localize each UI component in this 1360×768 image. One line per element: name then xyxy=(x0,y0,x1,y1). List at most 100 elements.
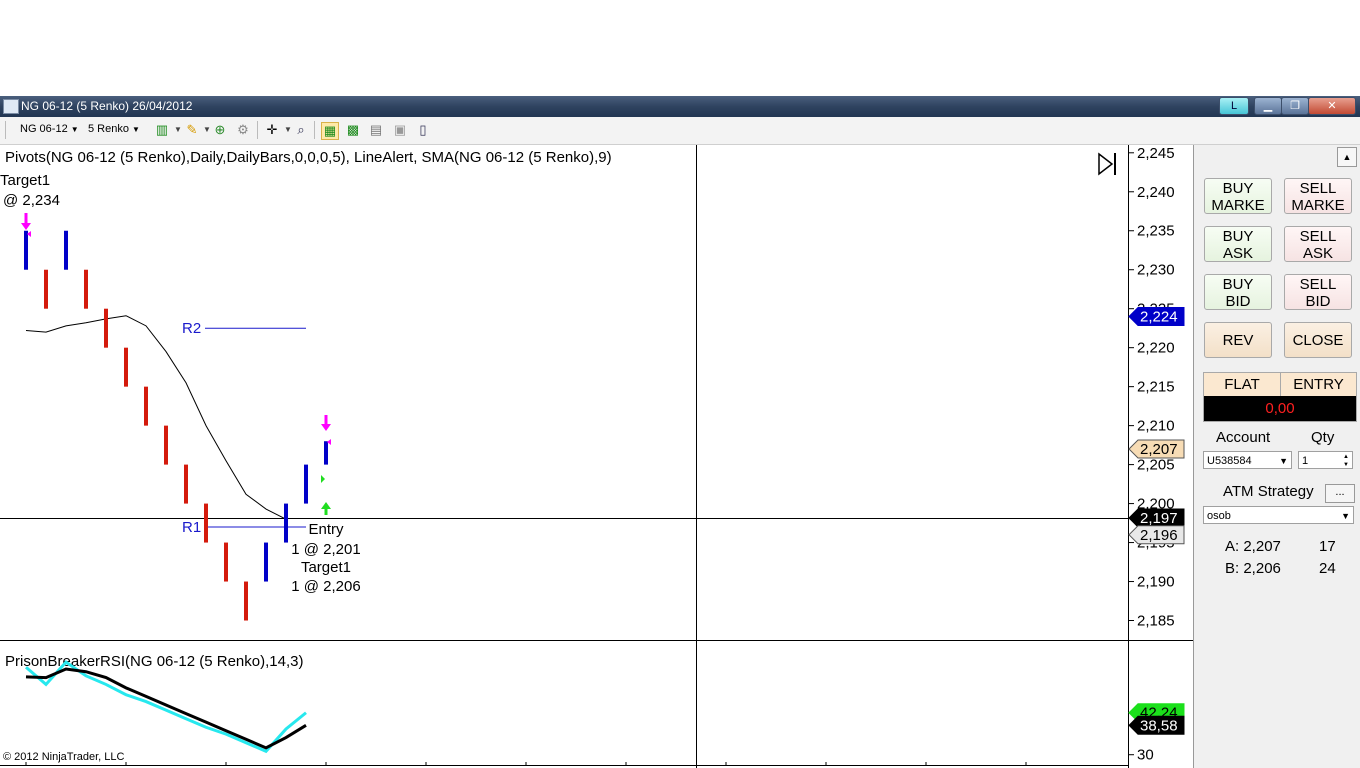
down-bar xyxy=(44,269,48,309)
sell-ask-line2: ASK xyxy=(1302,245,1333,262)
bid-price: B: 2,206 xyxy=(1225,560,1281,577)
sma-line xyxy=(25,315,287,520)
sma-polyline xyxy=(25,315,287,520)
qty-label: Qty xyxy=(1311,429,1335,446)
up-bar xyxy=(264,542,268,582)
toolbar-grip xyxy=(5,121,6,139)
price-tick-label: 2,205 xyxy=(1137,457,1175,474)
pencil-draw-icon[interactable]: ✎ xyxy=(184,122,200,138)
export-icon[interactable]: ▣ xyxy=(392,122,408,138)
chart-app-icon xyxy=(3,99,19,114)
data-box-icon[interactable]: ▩ xyxy=(345,122,361,138)
target-label-bottom: Target1 xyxy=(301,559,351,576)
up-bar xyxy=(284,503,288,543)
down-bar xyxy=(184,464,188,504)
qty-stepper[interactable]: 1 ▲ ▼ xyxy=(1298,451,1353,469)
buy-ask-button[interactable]: BUY ASK xyxy=(1204,226,1272,262)
atm-strategy-value: osob xyxy=(1207,510,1231,522)
pivot-r2-label: R2 xyxy=(182,320,201,337)
buy-bid-line2: BID xyxy=(1225,293,1251,310)
down-bar xyxy=(164,425,168,465)
exit-arrow-last xyxy=(321,415,331,445)
crosshair-icon[interactable]: ✛ xyxy=(264,122,280,138)
rsi-signal-line xyxy=(25,660,307,754)
chart-properties-icon[interactable]: ▤ xyxy=(368,122,384,138)
price-tick-label: 2,190 xyxy=(1137,574,1175,591)
strategy-icon[interactable]: ⚙ xyxy=(235,122,251,138)
close-button[interactable]: ✕ xyxy=(1308,97,1356,115)
zoom-icon[interactable]: ⌕ xyxy=(293,122,309,138)
bar-style-icon[interactable]: ▥ xyxy=(154,122,170,138)
buy-market-line2: MARKE xyxy=(1211,197,1265,214)
down-bar xyxy=(124,347,128,387)
add-indicator-icon[interactable]: ⊕ xyxy=(212,122,228,138)
bid-size: 24 xyxy=(1319,560,1336,577)
price-tick-label: 2,230 xyxy=(1137,262,1175,279)
buy-market-line1: BUY xyxy=(1222,180,1254,197)
rsi-indicator-label: PrisonBreakerRSI(NG 06-12 (5 Renko),14,3… xyxy=(5,653,303,670)
atm-strategy-config-button[interactable]: ... xyxy=(1325,484,1355,503)
link-button[interactable]: L xyxy=(1219,97,1249,115)
chart-canvas[interactable]: Pivots(NG 06-12 (5 Renko),Daily,DailyBar… xyxy=(0,145,1193,768)
price-2-tag-label: 2,197 xyxy=(1140,510,1178,527)
templates-icon[interactable]: ▯ xyxy=(415,122,431,138)
target-label-top: Target1 xyxy=(0,172,50,189)
copyright-text: © 2012 NinjaTrader, LLC xyxy=(3,751,125,763)
up-bar xyxy=(324,441,328,465)
chart-trader-panel: ▲ BUY MARKE SELL MARKE BUY ASK SELL ASK … xyxy=(1193,145,1360,768)
close-position-button[interactable]: CLOSE xyxy=(1284,322,1352,358)
maximize-button[interactable]: ❐ xyxy=(1281,97,1309,115)
buy-market-button[interactable]: BUY MARKE xyxy=(1204,178,1272,214)
price-tick-label: 2,240 xyxy=(1137,184,1175,201)
buy-bid-line1: BUY xyxy=(1222,276,1254,293)
price-tick-label: 2,220 xyxy=(1137,340,1175,357)
account-label: Account xyxy=(1216,429,1271,446)
reverse-button[interactable]: REV xyxy=(1204,322,1272,358)
period-label: 5 Renko xyxy=(88,123,129,135)
buy-bid-button[interactable]: BUY BID xyxy=(1204,274,1272,310)
price-3-tag-label: 2,196 xyxy=(1140,527,1178,544)
down-bar xyxy=(224,542,228,582)
renko-bars xyxy=(24,230,328,621)
atm-strategy-select[interactable]: osob ▼ xyxy=(1203,506,1354,524)
price-tick-label: 2,215 xyxy=(1137,379,1175,396)
instrument-label: NG 06-12 xyxy=(20,123,68,135)
chevron-down-icon: ▼ xyxy=(70,125,79,134)
stepper-arrows-icon[interactable]: ▲ ▼ xyxy=(1343,453,1349,469)
qty-value: 1 xyxy=(1302,455,1309,467)
account-select[interactable]: U538584 ▼ xyxy=(1203,451,1292,469)
ask-size: 17 xyxy=(1319,538,1336,555)
buy-ask-line1: BUY xyxy=(1222,228,1254,245)
scroll-to-end-icon[interactable] xyxy=(1098,152,1116,176)
window-title-bar[interactable]: NG 06-12 (5 Renko) 26/04/2012 L ▁ ❐ ✕ xyxy=(0,96,1360,117)
sell-bid-button[interactable]: SELL BID xyxy=(1284,274,1352,310)
price-tick-label: 2,235 xyxy=(1137,223,1175,240)
period-selector[interactable]: 5 Renko ▼ xyxy=(88,123,140,135)
down-bar xyxy=(84,269,88,309)
instrument-selector[interactable]: NG 06-12 ▼ xyxy=(20,123,79,135)
price-0-tag-label: 2,224 xyxy=(1140,308,1178,325)
rsi-axis: 3042,2438,58 xyxy=(1128,703,1185,764)
toolbar-separator xyxy=(314,121,315,139)
price-1-tag-label: 2,207 xyxy=(1140,441,1178,458)
sell-market-line1: SELL xyxy=(1299,180,1337,197)
target-price-top: @ 2,234 xyxy=(3,192,60,209)
up-bar xyxy=(24,230,28,270)
minimize-button[interactable]: ▁ xyxy=(1254,97,1282,115)
pivot-r1-label: R1 xyxy=(182,519,201,536)
ask-price: A: 2,207 xyxy=(1225,538,1281,555)
atm-strategy-label: ATM Strategy xyxy=(1223,483,1314,500)
rsi-tick-label: 30 xyxy=(1137,747,1154,764)
indicator-label: Pivots(NG 06-12 (5 Renko),Daily,DailyBar… xyxy=(5,149,612,166)
chart-trader-icon[interactable]: ▦ xyxy=(321,122,339,140)
position-box: FLAT ENTRY 0,00 xyxy=(1203,372,1357,422)
sell-ask-button[interactable]: SELL ASK xyxy=(1284,226,1352,262)
rsi-line xyxy=(25,667,307,750)
entry-price: 1 @ 2,201 xyxy=(291,541,360,558)
up-bar xyxy=(304,464,308,504)
window-title: NG 06-12 (5 Renko) 26/04/2012 xyxy=(21,99,193,113)
collapse-up-icon[interactable]: ▲ xyxy=(1337,147,1357,167)
sell-market-button[interactable]: SELL MARKE xyxy=(1284,178,1352,214)
chevron-down-icon: ▼ xyxy=(132,125,140,134)
price-tick-label: 2,210 xyxy=(1137,418,1175,435)
